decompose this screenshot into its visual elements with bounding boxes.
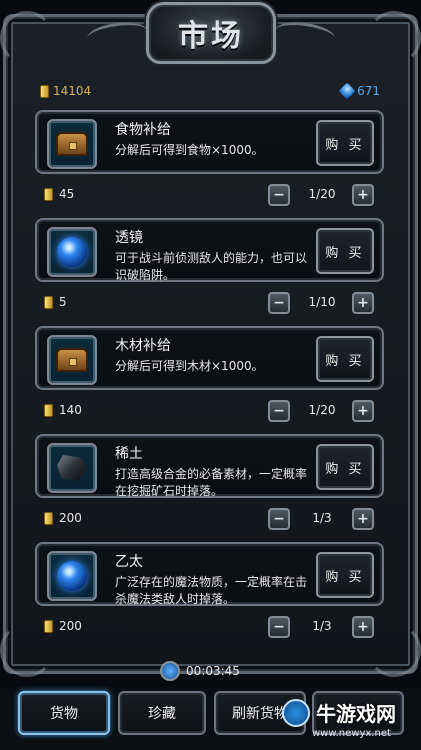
tab-goods[interactable]: 货物 bbox=[18, 691, 110, 735]
increase-quantity-button[interactable]: + bbox=[352, 400, 374, 422]
purchase-row: 45 − 1/20 + bbox=[30, 184, 384, 206]
gold-coin-icon bbox=[40, 84, 49, 98]
refresh-timer: 00:03:45 bbox=[160, 660, 272, 682]
quantity-display: 1/10 bbox=[308, 295, 336, 309]
item-name: 木材补给 bbox=[115, 338, 171, 354]
item-name: 乙太 bbox=[115, 554, 143, 570]
market-item: 食物补给 分解后可得到食物×1000。 购 买 45 − 1/20 + bbox=[30, 106, 388, 214]
item-icon-frame bbox=[47, 335, 97, 385]
price-value: 5 bbox=[59, 295, 67, 309]
item-name: 透镜 bbox=[115, 230, 143, 246]
purchase-row: 5 − 1/10 + bbox=[30, 292, 384, 314]
item-description: 打造高级合金的必备素材，一定概率在挖掘矿石时掉落。 bbox=[115, 467, 308, 498]
item-price: 5 bbox=[44, 295, 67, 309]
gold-coin-icon bbox=[44, 403, 53, 417]
purchase-row: 200 − 1/3 + bbox=[30, 616, 384, 638]
gold-coin-icon bbox=[44, 619, 53, 633]
gem-icon bbox=[338, 82, 356, 100]
frame-ornament bbox=[367, 11, 421, 65]
quantity-display: 1/3 bbox=[312, 511, 332, 525]
gem-counter: 671 bbox=[338, 82, 380, 100]
item-description: 广泛存在的魔法物质，一定概率在击杀魔法类敌人时掉落。 bbox=[115, 575, 308, 606]
item-icon-frame bbox=[47, 443, 97, 493]
quantity-display: 1/20 bbox=[308, 403, 336, 417]
item-name: 稀土 bbox=[115, 446, 143, 462]
item-card: 透镜 可于战斗前侦测敌人的能力，也可以识破陷阱。 购 买 bbox=[35, 218, 384, 282]
chest-icon bbox=[56, 132, 88, 156]
decrease-quantity-button[interactable]: − bbox=[268, 400, 290, 422]
gold-coin-icon bbox=[44, 511, 53, 525]
item-card: 稀土 打造高级合金的必备素材，一定概率在挖掘矿石时掉落。 购 买 bbox=[35, 434, 384, 498]
watermark-url: www.newyx.net bbox=[312, 728, 391, 739]
buy-button[interactable]: 购 买 bbox=[316, 336, 374, 382]
decrease-quantity-button[interactable]: − bbox=[268, 616, 290, 638]
market-item: 稀土 打造高级合金的必备素材，一定概率在挖掘矿石时掉落。 购 买 200 − 1… bbox=[30, 430, 388, 538]
decrease-quantity-button[interactable]: − bbox=[268, 508, 290, 530]
gem-amount: 671 bbox=[357, 84, 380, 98]
price-value: 45 bbox=[59, 187, 75, 201]
item-price: 140 bbox=[44, 403, 82, 417]
gold-counter: 14104 bbox=[40, 84, 91, 98]
rock-icon bbox=[57, 455, 87, 481]
decrease-quantity-button[interactable]: − bbox=[268, 292, 290, 314]
item-icon-frame bbox=[47, 119, 97, 169]
quantity-display: 1/3 bbox=[312, 619, 332, 633]
item-description: 可于战斗前侦测敌人的能力，也可以识破陷阱。 bbox=[115, 251, 308, 282]
price-value: 200 bbox=[59, 511, 82, 525]
price-value: 200 bbox=[59, 619, 82, 633]
item-price: 200 bbox=[44, 511, 82, 525]
clock-orb-icon bbox=[160, 661, 180, 681]
gold-amount: 14104 bbox=[53, 84, 92, 98]
title-plaque: 市场 bbox=[146, 2, 276, 64]
item-price: 45 bbox=[44, 187, 74, 201]
price-value: 140 bbox=[59, 403, 82, 417]
increase-quantity-button[interactable]: + bbox=[352, 184, 374, 206]
item-card: 木材补给 分解后可得到木材×1000。 购 买 bbox=[35, 326, 384, 390]
page-title: 市场 bbox=[178, 19, 244, 54]
buy-button[interactable]: 购 买 bbox=[316, 552, 374, 598]
item-price: 200 bbox=[44, 619, 82, 633]
timer-value: 00:03:45 bbox=[186, 664, 240, 678]
watermark-text: 牛游戏网 bbox=[316, 702, 396, 726]
gold-coin-icon bbox=[44, 295, 53, 309]
watermark: 牛游戏网 bbox=[282, 698, 396, 727]
tab-treasures[interactable]: 珍藏 bbox=[118, 691, 206, 735]
increase-quantity-button[interactable]: + bbox=[352, 616, 374, 638]
chest-icon bbox=[56, 348, 88, 372]
gold-coin-icon bbox=[44, 187, 53, 201]
market-item: 木材补给 分解后可得到木材×1000。 购 买 140 − 1/20 + bbox=[30, 322, 388, 430]
market-item: 乙太 广泛存在的魔法物质，一定概率在击杀魔法类敌人时掉落。 购 买 200 − … bbox=[30, 538, 388, 646]
item-card: 乙太 广泛存在的魔法物质，一定概率在击杀魔法类敌人时掉落。 购 买 bbox=[35, 542, 384, 606]
item-description: 分解后可得到木材×1000。 bbox=[115, 359, 264, 373]
buy-button[interactable]: 购 买 bbox=[316, 120, 374, 166]
item-description: 分解后可得到食物×1000。 bbox=[115, 143, 264, 157]
quantity-display: 1/20 bbox=[308, 187, 336, 201]
currency-bar: 14104 671 bbox=[40, 80, 380, 102]
blue-orb-icon bbox=[57, 561, 87, 591]
frame-ornament bbox=[0, 11, 54, 65]
increase-quantity-button[interactable]: + bbox=[352, 292, 374, 314]
purchase-row: 200 − 1/3 + bbox=[30, 508, 384, 530]
buy-button[interactable]: 购 买 bbox=[316, 228, 374, 274]
decrease-quantity-button[interactable]: − bbox=[268, 184, 290, 206]
buy-button[interactable]: 购 买 bbox=[316, 444, 374, 490]
site-logo-icon bbox=[282, 698, 310, 727]
item-name: 食物补给 bbox=[115, 122, 171, 138]
item-icon-frame bbox=[47, 227, 97, 277]
purchase-row: 140 − 1/20 + bbox=[30, 400, 384, 422]
blue-orb-icon bbox=[57, 237, 87, 267]
increase-quantity-button[interactable]: + bbox=[352, 508, 374, 530]
market-item: 透镜 可于战斗前侦测敌人的能力，也可以识破陷阱。 购 买 5 − 1/10 + bbox=[30, 214, 388, 322]
item-card: 食物补给 分解后可得到食物×1000。 购 买 bbox=[35, 110, 384, 174]
market-item-list: 食物补给 分解后可得到食物×1000。 购 买 45 − 1/20 + 透镜 可… bbox=[30, 106, 388, 646]
item-icon-frame bbox=[47, 551, 97, 601]
